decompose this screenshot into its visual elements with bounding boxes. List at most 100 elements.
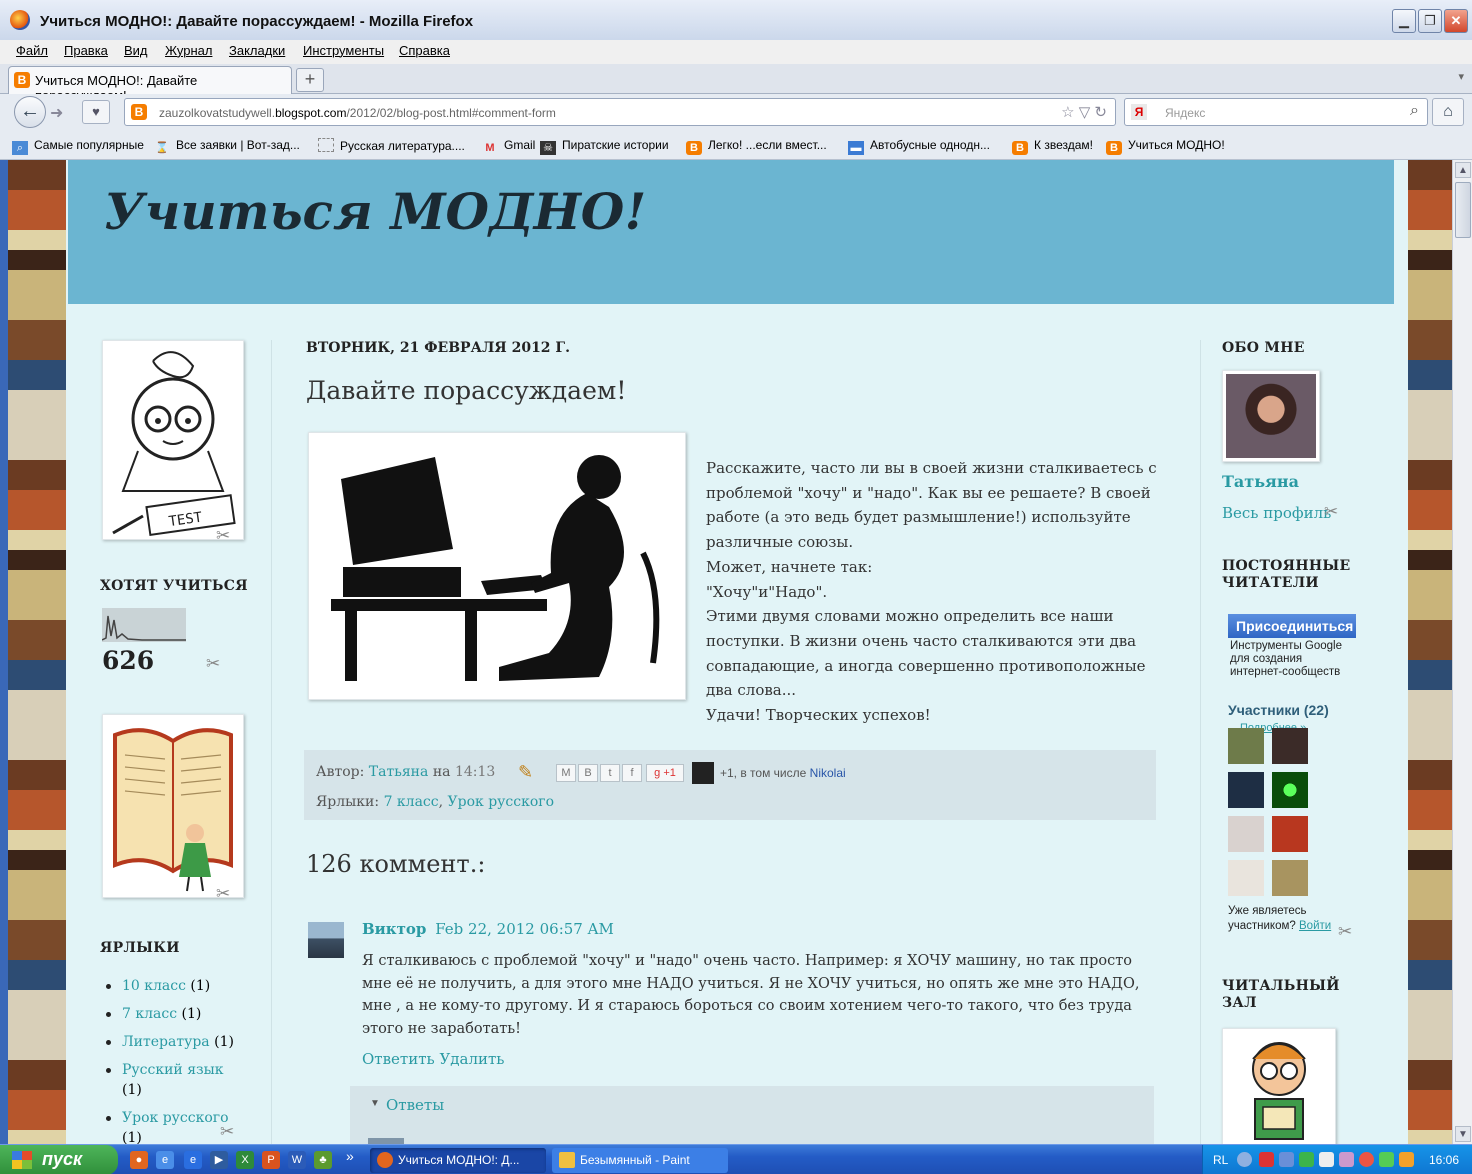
url-text[interactable]: zauzolkovatstudywell.blogspot.com/2012/0… bbox=[159, 106, 556, 120]
member-avatar[interactable] bbox=[1228, 728, 1264, 764]
blog-title[interactable]: Учиться МОДНО! bbox=[104, 182, 646, 241]
desktop-quicklaunch-icon[interactable]: e bbox=[156, 1151, 174, 1169]
close-button[interactable]: ✕ bbox=[1444, 9, 1468, 33]
tray-icon[interactable] bbox=[1279, 1152, 1294, 1167]
powerpoint-quicklaunch-icon[interactable]: P bbox=[262, 1151, 280, 1169]
bookmark-item[interactable]: ☠ Пиратские истории bbox=[540, 138, 669, 155]
login-link[interactable]: Войти bbox=[1299, 920, 1331, 932]
scroll-up-arrow-icon[interactable]: ▲ bbox=[1455, 162, 1471, 178]
plusone-button[interactable]: g +1 bbox=[646, 764, 684, 782]
taskbar-paint-window[interactable]: Безымянный - Paint bbox=[552, 1148, 728, 1173]
sync-icon[interactable]: ♥ bbox=[82, 100, 110, 124]
delete-link[interactable]: Удалить bbox=[439, 1050, 504, 1068]
yandex-icon[interactable]: Я bbox=[1131, 104, 1147, 120]
bookmark-item[interactable]: ▬ Автобусные однодн... bbox=[848, 138, 990, 155]
tray-icon[interactable] bbox=[1359, 1152, 1374, 1167]
tray-icon[interactable] bbox=[1259, 1152, 1274, 1167]
member-avatar[interactable] bbox=[1228, 860, 1264, 896]
label-link[interactable]: 10 класс bbox=[122, 978, 186, 994]
bookmark-item[interactable]: ⌛ Все заявки | Вот-зад... bbox=[154, 138, 300, 155]
expand-triangle-icon[interactable]: ▼ bbox=[370, 1098, 380, 1109]
menu-help[interactable]: Справка bbox=[399, 43, 450, 58]
label-link[interactable]: Литература bbox=[122, 1034, 210, 1050]
tray-icon[interactable] bbox=[1339, 1152, 1354, 1167]
tray-icon[interactable] bbox=[1379, 1152, 1394, 1167]
word-quicklaunch-icon[interactable]: W bbox=[288, 1151, 306, 1169]
plusone-user-link[interactable]: Nikolai bbox=[810, 766, 846, 780]
member-avatar[interactable] bbox=[1228, 772, 1264, 808]
bookmark-item[interactable]: ⌕ Самые популярные bbox=[12, 138, 144, 155]
profile-name-link[interactable]: Татьяна bbox=[1222, 472, 1299, 491]
home-button[interactable]: ⌂ bbox=[1432, 98, 1464, 126]
search-icon[interactable]: ⌕ bbox=[1410, 102, 1419, 120]
plusone-avatar[interactable] bbox=[692, 762, 714, 784]
member-avatar[interactable] bbox=[1272, 860, 1308, 896]
label-link[interactable]: Урок русского bbox=[122, 1110, 229, 1126]
bookmark-item[interactable]: B Учиться МОДНО! bbox=[1106, 138, 1225, 155]
bookmark-item[interactable]: M Gmail bbox=[482, 138, 535, 155]
menu-edit[interactable]: Правка bbox=[64, 43, 108, 58]
comment-date-link[interactable]: Feb 22, 2012 06:57 AM bbox=[435, 920, 614, 938]
tray-icon[interactable] bbox=[1237, 1152, 1252, 1167]
member-avatar[interactable] bbox=[1272, 772, 1308, 808]
volume-icon[interactable] bbox=[1319, 1152, 1334, 1167]
app-quicklaunch-icon[interactable]: ♣ bbox=[314, 1151, 332, 1169]
start-button[interactable]: пуск bbox=[0, 1145, 118, 1174]
replies-toggle[interactable]: Ответы bbox=[386, 1096, 444, 1114]
bookmark-item[interactable]: Русская литература.... bbox=[318, 138, 465, 153]
menu-tools[interactable]: Инструменты bbox=[303, 43, 384, 58]
forward-button[interactable]: ➜ bbox=[50, 103, 63, 123]
member-avatar[interactable] bbox=[1272, 728, 1308, 764]
menu-file[interactable]: Файл bbox=[16, 43, 48, 58]
twitter-share-icon[interactable]: t bbox=[600, 764, 620, 782]
language-indicator[interactable]: RL bbox=[1213, 1153, 1228, 1167]
scroll-down-arrow-icon[interactable]: ▼ bbox=[1455, 1126, 1471, 1142]
new-tab-button[interactable]: + bbox=[296, 68, 324, 92]
bookmark-item[interactable]: B Легко! ...если вмест... bbox=[686, 138, 827, 155]
profile-photo[interactable] bbox=[1222, 370, 1320, 462]
bookmark-star-icon[interactable]: ☆ ▽ ↻ bbox=[1061, 103, 1107, 121]
facebook-share-icon[interactable]: f bbox=[622, 764, 642, 782]
comment-author-link[interactable]: Виктор bbox=[362, 920, 426, 938]
blogthis-share-icon[interactable]: B bbox=[578, 764, 598, 782]
post-time-link[interactable]: 14:13 bbox=[455, 764, 495, 780]
firefox-quicklaunch-icon[interactable]: ● bbox=[130, 1151, 148, 1169]
media-quicklaunch-icon[interactable]: ▶ bbox=[210, 1151, 228, 1169]
menu-history[interactable]: Журнал bbox=[165, 43, 212, 58]
scroll-thumb[interactable] bbox=[1455, 182, 1471, 238]
post-label-link[interactable]: Урок русского bbox=[448, 794, 555, 810]
search-bar[interactable]: Я Яндекс ⌕ bbox=[1124, 98, 1428, 126]
member-avatar[interactable] bbox=[1228, 816, 1264, 852]
member-avatar[interactable] bbox=[1272, 816, 1308, 852]
minimize-button[interactable]: ▁ bbox=[1392, 9, 1416, 33]
label-link[interactable]: 7 класс bbox=[122, 1006, 177, 1022]
back-button[interactable]: ← bbox=[14, 96, 46, 128]
menu-bookmarks[interactable]: Закладки bbox=[229, 43, 285, 58]
edit-wrench-icon[interactable]: ✂ bbox=[206, 654, 220, 674]
edit-wrench-icon[interactable]: ✂ bbox=[220, 1122, 234, 1142]
vertical-scrollbar[interactable]: ▲ ▼ bbox=[1452, 160, 1472, 1144]
email-share-icon[interactable]: M bbox=[556, 764, 576, 782]
edit-wrench-icon[interactable]: ✂ bbox=[216, 884, 230, 904]
excel-quicklaunch-icon[interactable]: X bbox=[236, 1151, 254, 1169]
menu-view[interactable]: Вид bbox=[124, 43, 148, 58]
full-profile-link[interactable]: Весь профиль bbox=[1222, 504, 1331, 522]
edit-wrench-icon[interactable]: ✂ bbox=[1324, 502, 1338, 522]
label-link[interactable]: Русский язык bbox=[122, 1062, 224, 1078]
edit-wrench-icon[interactable]: ✂ bbox=[1338, 922, 1352, 942]
taskbar-firefox-window[interactable]: Учиться МОДНО!: Д... bbox=[370, 1148, 546, 1173]
tab-active[interactable]: B Учиться МОДНО!: Давайте порассуждаем! bbox=[8, 66, 292, 103]
bookmark-item[interactable]: BК звездам! bbox=[1012, 138, 1093, 155]
join-button[interactable]: Присоединиться bbox=[1228, 614, 1356, 638]
post-title[interactable]: Давайте порассуждаем! bbox=[306, 376, 626, 405]
tab-list-chevron-icon[interactable]: ▾ bbox=[1458, 70, 1464, 83]
maximize-button[interactable]: ❐ bbox=[1418, 9, 1442, 33]
tray-icon[interactable] bbox=[1299, 1152, 1314, 1167]
url-bar[interactable]: B zauzolkovatstudywell.blogspot.com/2012… bbox=[124, 98, 1116, 126]
tray-icon[interactable] bbox=[1399, 1152, 1414, 1167]
quicklaunch-more[interactable]: » bbox=[346, 1148, 354, 1164]
author-link[interactable]: Татьяна bbox=[369, 764, 429, 780]
reply-link[interactable]: Ответить bbox=[362, 1050, 435, 1068]
edit-pencil-icon[interactable]: ✎ bbox=[518, 762, 533, 783]
ie-quicklaunch-icon[interactable]: e bbox=[184, 1151, 202, 1169]
